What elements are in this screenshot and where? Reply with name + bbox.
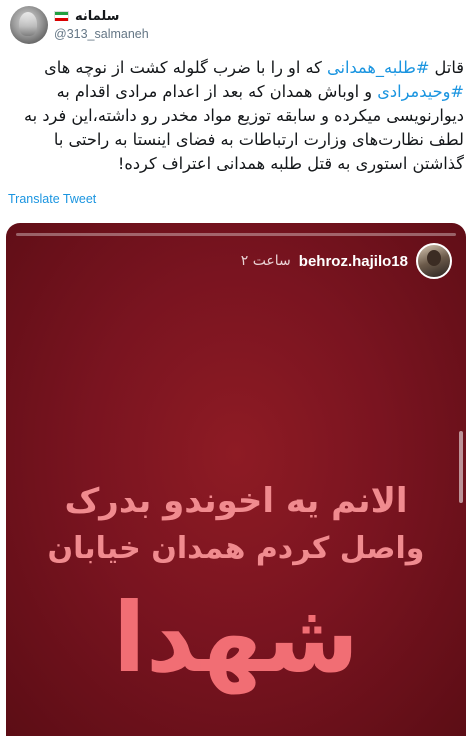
- hashtag-link[interactable]: #وحیدمرادی: [377, 82, 464, 101]
- story-overlay-line-1: الانم یه اخوندو بدرک: [64, 481, 408, 521]
- tweet-media-image[interactable]: ۲ ساعت behroz.hajilo18 الانم یه اخوندو ب…: [6, 223, 466, 736]
- story-overlay-line-2: واصل کردم همدان خیابان: [47, 531, 425, 566]
- story-overlay-big-word: شهدا: [112, 582, 360, 694]
- tweet-text-segment: قاتل: [429, 58, 464, 77]
- iran-flag-icon: [54, 11, 69, 21]
- story-avatar: [416, 243, 452, 279]
- author-handle[interactable]: @313_salmaneh: [54, 27, 149, 41]
- tweet-header: سلمانه @313_salmaneh: [0, 0, 473, 50]
- author-avatar[interactable]: [10, 6, 48, 44]
- story-progress-bar: [16, 233, 456, 236]
- story-username: behroz.hajilo18: [298, 252, 408, 270]
- author-name-row[interactable]: سلمانه: [54, 7, 119, 25]
- translate-tweet-link[interactable]: Translate Tweet: [8, 192, 96, 206]
- hashtag-link[interactable]: #طلبه_همدانی: [327, 58, 429, 77]
- story-user-row: ۲ ساعت behroz.hajilo18: [241, 243, 452, 279]
- tweet-text: قاتل #طلبه_همدانی که او را با ضرب گلوله …: [8, 56, 464, 176]
- story-time: ۲ ساعت: [240, 253, 291, 269]
- tweet-text-segment: که او را با ضرب گلوله کشت از نوچه های: [44, 58, 328, 77]
- author-display-name[interactable]: سلمانه: [75, 9, 119, 24]
